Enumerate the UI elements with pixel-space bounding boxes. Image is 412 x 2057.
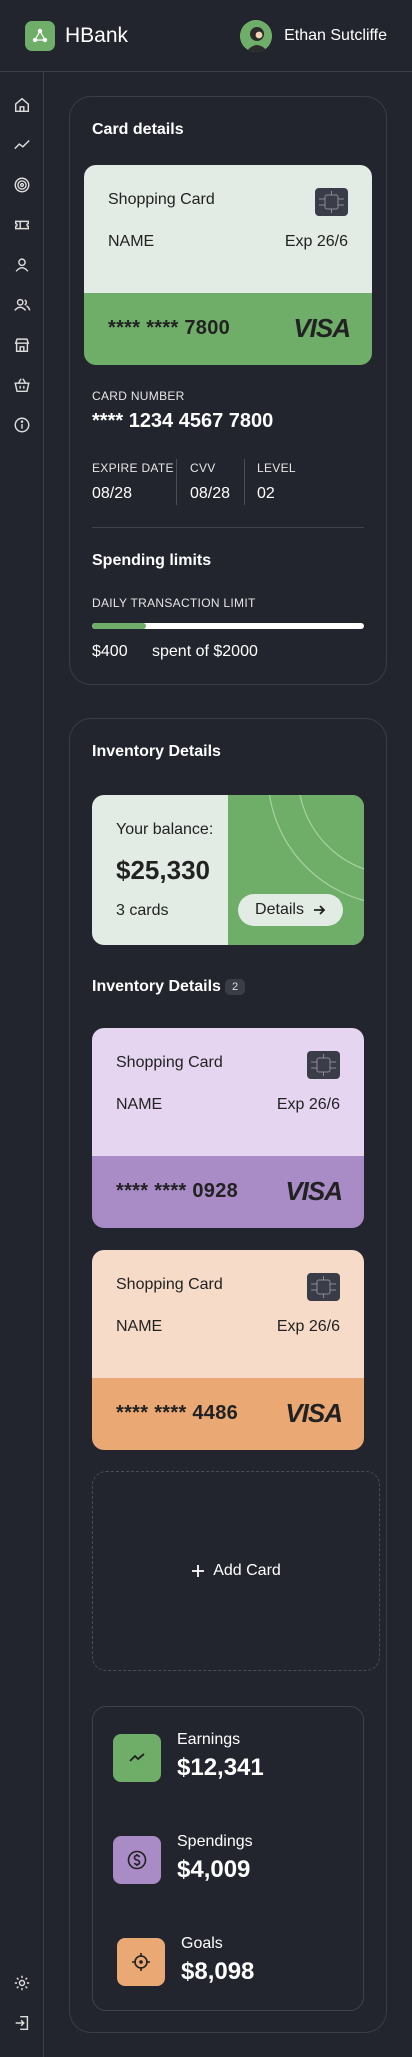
balance-card: Your balance: $25,330 3 cards Details	[92, 795, 364, 945]
add-card-label: Add Card	[213, 1562, 281, 1579]
chip-icon	[315, 188, 348, 216]
plus-icon	[192, 1565, 205, 1577]
chip-icon	[307, 1273, 340, 1301]
user-icon[interactable]	[12, 255, 32, 275]
sidebar	[0, 72, 44, 2057]
basket-icon[interactable]	[12, 375, 32, 395]
card-number-value: **** 1234 4567 7800	[92, 410, 274, 432]
divider	[244, 459, 245, 505]
card-bottom: **** **** 0928 VISA	[92, 1156, 364, 1228]
inventory-list-title: Inventory Details	[92, 978, 221, 995]
divider	[92, 527, 364, 528]
trend-icon	[113, 1734, 161, 1782]
spendings-value: $4,009	[177, 1856, 251, 1883]
earnings-value: $12,341	[177, 1754, 264, 1781]
user-menu[interactable]: Ethan Sutcliffe	[240, 19, 387, 52]
app-name: HBank	[65, 23, 129, 47]
goals-label: Goals	[181, 1935, 223, 1952]
card-holder: NAME	[108, 233, 155, 250]
user-name: Ethan Sutcliffe	[284, 26, 387, 44]
brand[interactable]: HBank	[25, 20, 129, 51]
logo-icon	[25, 20, 55, 51]
card-bottom: **** **** 4486 VISA	[92, 1378, 364, 1450]
cards-count: 3 cards	[116, 902, 169, 919]
card-bottom: **** **** 7800 VISA	[84, 293, 372, 365]
card-expiry: Exp 26/6	[276, 1318, 340, 1335]
dollar-icon	[113, 1836, 161, 1884]
expire-date-label: EXPIRE DATE	[92, 461, 174, 475]
card-number: **** **** 4486	[116, 1402, 239, 1424]
logout-icon[interactable]	[12, 2013, 32, 2033]
card-number: **** **** 7800	[108, 317, 231, 339]
inventory-card-4486[interactable]: Shopping Card NAME Exp 26/6 **** **** 44…	[92, 1250, 364, 1450]
details-button[interactable]: Details	[238, 894, 343, 926]
card-expiry: Exp 26/6	[284, 233, 348, 250]
arrow-right-icon	[313, 905, 326, 915]
cvv-value: 08/28	[190, 485, 231, 502]
inventory-panel: Inventory Details Your balance: $25,330 …	[69, 718, 387, 2033]
users-icon[interactable]	[12, 295, 32, 315]
expire-date-value: 08/28	[92, 485, 133, 502]
earnings-label: Earnings	[177, 1731, 241, 1748]
level-value: 02	[257, 485, 275, 502]
card-top: Shopping Card NAME Exp 26/6	[92, 1028, 364, 1156]
ticket-icon[interactable]	[12, 215, 32, 235]
spendings-label: Spendings	[177, 1833, 253, 1850]
crosshair-icon	[117, 1938, 165, 1986]
card-details-panel: Card details Shopping Card NAME Exp 26/6…	[69, 96, 387, 685]
cvv-label: CVV	[190, 461, 216, 475]
balance-value: $25,330	[116, 855, 210, 885]
card-name: Shopping Card	[116, 1054, 223, 1071]
goals-value: $8,098	[181, 1958, 255, 1985]
chip-icon	[307, 1051, 340, 1079]
settings-icon[interactable]	[12, 1973, 32, 1993]
stats-card: Earnings $12,341 Spendings $4,009 Goals …	[92, 1706, 364, 2011]
level-label: LEVEL	[257, 461, 296, 475]
count-badge: 2	[225, 979, 245, 995]
inventory-card-0928[interactable]: Shopping Card NAME Exp 26/6 **** **** 09…	[92, 1028, 364, 1228]
spending-progress-fill	[92, 623, 147, 629]
visa-logo: VISA	[293, 313, 351, 343]
credit-card[interactable]: Shopping Card NAME Exp 26/6 **** **** 78…	[84, 165, 372, 365]
spending-progress-bar	[92, 623, 364, 629]
spending-limits-title: Spending limits	[92, 552, 212, 569]
app-header: HBank Ethan Sutcliffe	[0, 0, 412, 72]
target-icon[interactable]	[12, 175, 32, 195]
home-icon[interactable]	[12, 95, 32, 115]
card-top: Shopping Card NAME Exp 26/6	[84, 165, 372, 293]
daily-limit-label: DAILY TRANSACTION LIMIT	[92, 596, 256, 610]
visa-logo: VISA	[285, 1398, 343, 1428]
store-icon[interactable]	[12, 335, 32, 355]
trend-icon[interactable]	[12, 135, 32, 155]
card-name: Shopping Card	[108, 191, 215, 208]
card-holder: NAME	[116, 1318, 163, 1335]
spent-suffix: spent of $2000	[152, 643, 258, 660]
avatar	[240, 19, 273, 52]
card-top: Shopping Card NAME Exp 26/6	[92, 1250, 364, 1378]
inventory-title: Inventory Details	[92, 743, 221, 760]
info-icon[interactable]	[12, 415, 32, 435]
divider	[176, 459, 177, 505]
card-number: **** **** 0928	[116, 1180, 239, 1202]
card-holder: NAME	[116, 1096, 163, 1113]
card-expiry: Exp 26/6	[276, 1096, 340, 1113]
visa-logo: VISA	[285, 1176, 343, 1206]
card-name: Shopping Card	[116, 1276, 223, 1293]
details-label: Details	[255, 901, 304, 918]
card-number-label: CARD NUMBER	[92, 389, 185, 403]
spent-amount: $400	[92, 643, 128, 660]
balance-label: Your balance:	[116, 821, 214, 838]
add-card-button[interactable]: Add Card	[92, 1471, 380, 1671]
card-details-title: Card details	[92, 121, 184, 138]
